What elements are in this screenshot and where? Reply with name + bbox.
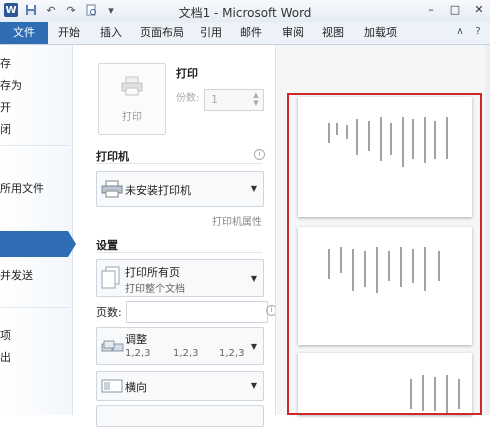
title-bar: W ↶ ↷ ▾ 文档1 - Microsoft Word – □ ✕ [0,0,490,23]
nav-divider [0,145,70,146]
collate-dropdown[interactable]: 调整 1,2,3 1,2,3 1,2,3 ▼ [96,327,264,365]
ribbon-right-icons: ∧ ? [454,26,484,38]
nav-item-options[interactable]: 项 [0,327,11,343]
nav-item-save[interactable]: 存 [0,55,11,71]
chevron-down-icon: ▼ [250,342,257,351]
section-divider [96,252,262,253]
tab-file[interactable]: 文件 [0,22,48,44]
collate-icon [101,340,124,352]
nav-item-print-selected[interactable] [0,231,68,257]
print-range-main: 打印所有页 [125,266,180,279]
print-button-label: 打印 [122,112,142,123]
paper-size-dropdown[interactable] [96,405,264,427]
tab-home[interactable]: 开始 [58,22,80,44]
info-icon[interactable]: i [254,149,265,160]
highlight-frame [287,93,482,415]
tab-references[interactable]: 引用 [200,22,222,44]
printer-icon [121,76,143,96]
ribbon-tabs: 文件 开始 插入 页面布局 引用 邮件 审阅 视图 加载项 ∧ ? [0,22,490,45]
orientation-value: 横向 [125,381,147,394]
collate-sub-2: 1,2,3 [173,348,199,359]
printer-icon [101,180,123,198]
chevron-down-icon: ▼ [250,274,257,283]
chevron-down-icon: ▼ [250,184,257,193]
printer-properties-link[interactable]: 打印机属性 [212,213,262,228]
collate-sub-1: 1,2,3 [125,348,151,359]
print-section-title: 打印 [176,67,198,80]
nav-item-open[interactable]: 开 [0,99,11,115]
copies-stepper[interactable]: 1 ▲ ▼ [204,89,264,111]
pages-input[interactable] [126,301,268,323]
orientation-dropdown[interactable]: 横向 ▼ [96,371,264,401]
print-range-sub: 打印整个文档 [125,284,185,295]
nav-selected-pointer [68,231,76,257]
spin-arrows-icon[interactable]: ▲ ▼ [251,91,261,107]
settings-section-title: 设置 [96,239,118,252]
printer-name: 未安装打印机 [125,184,191,197]
tab-review[interactable]: 审阅 [282,22,304,44]
print-button[interactable]: 打印 [98,63,166,135]
printer-section-title: 打印机 [96,150,129,163]
collate-sub-3: 1,2,3 [219,348,245,359]
section-divider [96,163,262,164]
chevron-down-icon: ▼ [250,381,257,390]
print-preview-pane [275,45,490,415]
nav-item-share[interactable]: 并发送 [0,267,33,283]
pages-icon [101,266,120,289]
preview-scrollbar[interactable] [485,45,490,415]
nav-item-exit[interactable]: 出 [0,349,11,365]
tab-addins[interactable]: 加载项 [364,22,397,44]
tab-view[interactable]: 视图 [322,22,344,44]
copies-value: 1 [211,93,218,106]
window-title: 文档1 - Microsoft Word [178,6,312,20]
nav-item-close[interactable]: 闭 [0,121,11,137]
minimize-ribbon-icon[interactable]: ∧ [454,26,466,38]
copies-label: 份数: [176,93,200,104]
window-controls: – □ ✕ [424,3,486,17]
nav-item-recent[interactable]: 所用文件 [0,180,44,196]
collate-main: 调整 [125,333,147,346]
landscape-icon [101,379,123,393]
minimize-icon[interactable]: – [424,3,438,17]
print-range-dropdown[interactable]: 打印所有页 打印整个文档 ▼ [96,259,264,297]
nav-divider [0,307,70,308]
pages-label: 页数: [96,306,122,319]
tab-insert[interactable]: 插入 [100,22,122,44]
printer-dropdown[interactable]: 未安装打印机 ▼ [96,171,264,207]
tab-mailings[interactable]: 邮件 [240,22,262,44]
print-settings-panel: 打印 打印 份数: 1 ▲ ▼ 打印机 i 未安装打印机 ▼ 打印机属性 设置 打… [76,45,277,427]
maximize-icon[interactable]: □ [448,3,462,17]
nav-item-save-as[interactable]: 存为 [0,77,22,93]
backstage-nav: 存 存为 开 闭 所用文件 并发送 项 出 [0,45,76,415]
tab-page-layout[interactable]: 页面布局 [140,22,184,44]
help-icon[interactable]: ? [472,26,484,38]
close-icon[interactable]: ✕ [472,3,486,17]
